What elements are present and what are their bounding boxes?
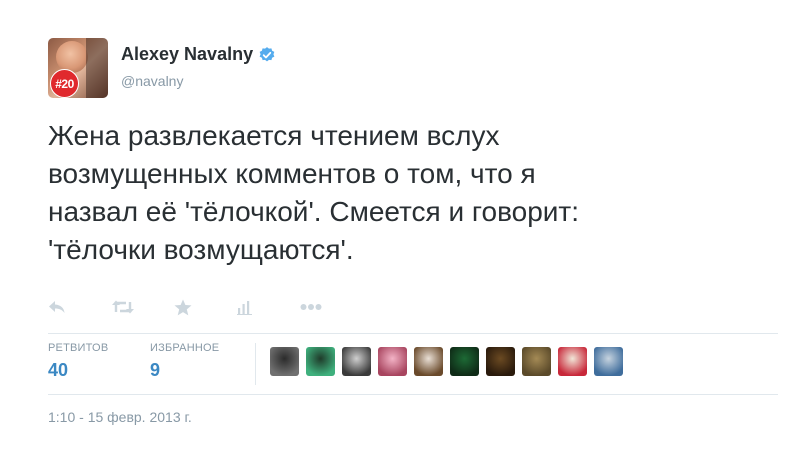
favoriter-8-avatar[interactable]	[522, 347, 551, 376]
stats-separator	[255, 343, 256, 385]
author-name-row: Alexey Navalny	[121, 44, 276, 65]
star-icon	[174, 299, 192, 315]
avatar[interactable]: #20	[48, 38, 108, 98]
favorites-label: ИЗБРАННОЕ	[150, 342, 220, 354]
favoriters-list	[270, 347, 630, 376]
retweet-button[interactable]	[111, 294, 174, 320]
stats-top-divider	[48, 333, 778, 334]
bar-chart-icon	[237, 301, 252, 315]
retweets-count: 40	[48, 360, 69, 380]
retweet-icon	[112, 300, 134, 314]
favoriter-4-avatar[interactable]	[378, 347, 407, 376]
favoriter-1-avatar[interactable]	[270, 347, 299, 376]
more-icon	[300, 304, 322, 310]
author-handle[interactable]: @navalny	[121, 73, 183, 89]
avatar-shade	[86, 38, 108, 98]
favoriter-3-avatar[interactable]	[342, 347, 371, 376]
stats-bottom-divider	[48, 394, 778, 395]
tweet-text: Жена развлекается чтением вслух возмущен…	[48, 120, 580, 265]
favorite-button[interactable]	[174, 294, 237, 320]
avatar-badge: #20	[50, 69, 79, 98]
more-button[interactable]	[300, 294, 363, 320]
favoriter-2-avatar[interactable]	[306, 347, 335, 376]
verified-icon	[259, 46, 275, 61]
tweet-header: #20 Alexey Navalny @navalny	[48, 38, 648, 98]
reply-icon	[49, 301, 65, 313]
favoriter-7-avatar[interactable]	[486, 347, 515, 376]
reply-button[interactable]	[48, 294, 111, 320]
favorites-count: 9	[150, 360, 161, 380]
favoriter-9-avatar[interactable]	[558, 347, 587, 376]
retweets-label: РЕТВИТОВ	[48, 342, 109, 354]
avatar-face	[56, 41, 88, 73]
tweet-timestamp[interactable]: 1:10 - 15 февр. 2013 г.	[48, 409, 192, 425]
favoriter-6-avatar[interactable]	[450, 347, 479, 376]
stats-button[interactable]	[237, 294, 300, 320]
author-name[interactable]: Alexey Navalny	[121, 44, 253, 65]
favorites-stat[interactable]: ИЗБРАННОЕ 9	[150, 342, 219, 381]
favoriter-5-avatar[interactable]	[414, 347, 443, 376]
favoriter-10-avatar[interactable]	[594, 347, 623, 376]
retweets-stat[interactable]: РЕТВИТОВ 40	[48, 342, 108, 381]
tweet-actions	[48, 294, 363, 320]
